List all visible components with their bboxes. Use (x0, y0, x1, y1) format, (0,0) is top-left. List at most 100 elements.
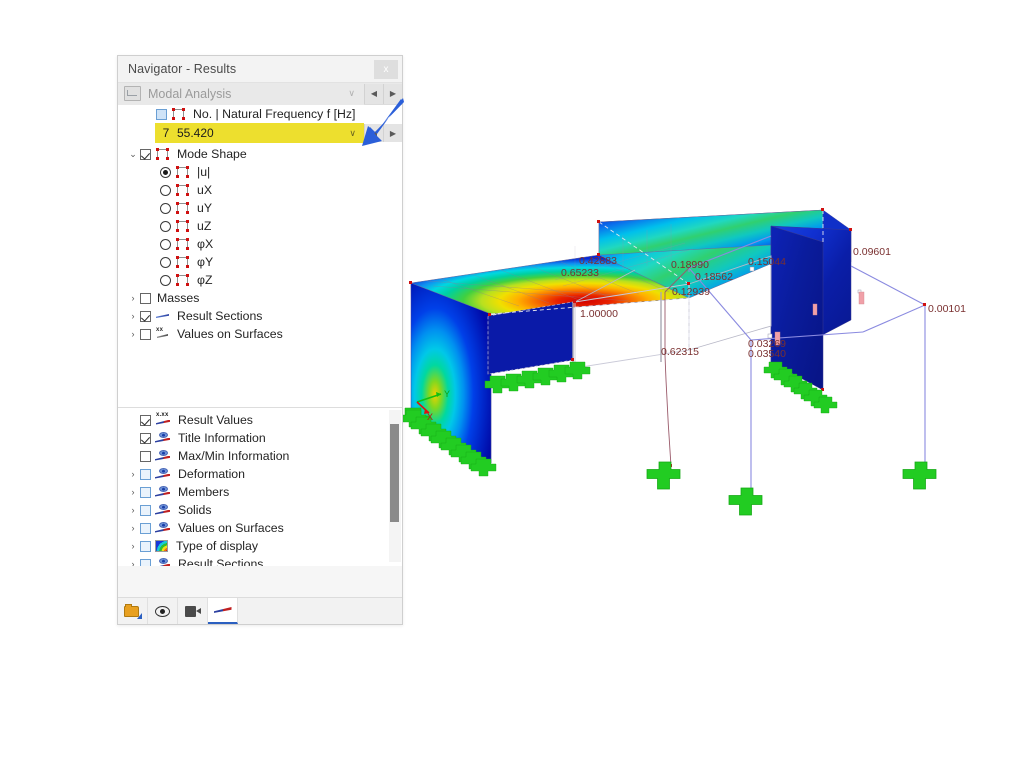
checkbox[interactable] (140, 540, 151, 552)
twisty-icon[interactable]: › (126, 487, 140, 497)
eye-icon (155, 503, 171, 517)
tree-item-label: |u| (197, 165, 211, 179)
frequency-next-button[interactable]: ▶ (383, 124, 402, 142)
tree-item-uz[interactable]: uZ (118, 217, 402, 235)
tree-item-label: uZ (197, 219, 212, 233)
frequency-combo[interactable]: 7 55.420 ∨ (155, 123, 364, 143)
scrollbar-track[interactable] (389, 410, 401, 562)
list-item-title-information[interactable]: Title Information (118, 429, 402, 447)
checkbox[interactable] (140, 432, 151, 444)
result-values-icon: x.xx (155, 412, 171, 427)
surface-icon (175, 166, 190, 178)
checkbox[interactable] (140, 522, 151, 534)
list-item-solids[interactable]: › Solids (118, 501, 402, 519)
surface-icon (175, 274, 190, 286)
surface-icon (155, 148, 170, 160)
checkbox[interactable] (140, 450, 151, 462)
surface-icon (175, 256, 190, 268)
tree-item-label: φZ (197, 273, 213, 287)
radio-button[interactable] (160, 166, 171, 178)
checkbox[interactable] (140, 148, 151, 160)
twisty-icon[interactable]: › (126, 329, 140, 339)
navigator-title: Navigator - Results (128, 62, 237, 76)
results-navigator-tab[interactable] (208, 598, 238, 624)
navigator-tabs[interactable] (118, 597, 402, 624)
frequency-prev-button[interactable]: ◀ (364, 124, 383, 142)
twisty-icon[interactable]: › (126, 311, 140, 321)
views-navigator-tab[interactable] (178, 598, 208, 624)
twisty-icon[interactable]: ⌄ (126, 149, 140, 159)
tree-item-masses[interactable]: › Masses (118, 289, 402, 307)
list-item-result-sections[interactable]: › Result Sections (118, 555, 402, 566)
result-value-label: 1.00000 (580, 308, 618, 320)
frequency-value: 55.420 (177, 126, 214, 140)
tree-item-phix[interactable]: φX (118, 235, 402, 253)
tree-item-u-abs[interactable]: |u| (118, 163, 402, 181)
eye-icon (155, 485, 171, 499)
chevron-down-icon[interactable]: ∨ (344, 88, 364, 99)
results-icon (214, 606, 232, 614)
list-item-label: Result Sections (178, 557, 264, 566)
twisty-icon[interactable]: › (126, 505, 140, 515)
frequency-number: 7 (162, 126, 170, 140)
twisty-icon[interactable]: › (126, 293, 140, 303)
tree-item-label: Result Sections (177, 309, 263, 323)
close-icon[interactable]: x (374, 59, 398, 79)
analysis-next-button[interactable]: ▶ (383, 83, 402, 104)
analysis-combo[interactable]: Modal Analysis ∨ (118, 82, 364, 105)
analysis-combo-row[interactable]: Modal Analysis ∨ ◀ ▶ (118, 82, 402, 105)
list-item-label: Result Values (178, 413, 253, 427)
list-item-result-values[interactable]: x.xx Result Values (118, 411, 402, 429)
checkbox[interactable] (156, 108, 167, 120)
list-item-values-on-surfaces[interactable]: › Values on Surfaces (118, 519, 402, 537)
frequency-combo-row[interactable]: 7 55.420 ∨ ◀ ▶ (118, 123, 402, 143)
list-item-label: Solids (178, 503, 212, 517)
model-viewport-3d[interactable]: Y X 0.65233 1.00000 0.42883 0.12939 0.18… (400, 180, 1024, 520)
values-on-surfaces-icon (155, 327, 170, 340)
twisty-icon[interactable]: › (126, 541, 140, 551)
folder-icon (124, 604, 142, 619)
tree-item-natural-frequency[interactable]: › No. | Natural Frequency f [Hz] (118, 105, 402, 123)
list-item-label: Type of display (176, 539, 259, 553)
frequency-combo-chevron[interactable]: ∨ (345, 128, 364, 139)
checkbox[interactable] (140, 558, 151, 566)
result-value-label: 0.18990 (671, 259, 709, 271)
checkbox[interactable] (140, 414, 151, 426)
list-item-deformation[interactable]: › Deformation (118, 465, 402, 483)
radio-button[interactable] (160, 238, 171, 250)
radio-button[interactable] (160, 274, 171, 286)
tree-item-values-on-surfaces[interactable]: › Values on Surfaces (118, 325, 402, 343)
display-options-list[interactable]: x.xx Result Values Title Information Max… (118, 408, 402, 566)
radio-button[interactable] (160, 220, 171, 232)
checkbox[interactable] (140, 310, 151, 322)
view-navigator-tab[interactable] (148, 598, 178, 624)
radio-button[interactable] (160, 202, 171, 214)
radio-button[interactable] (160, 256, 171, 268)
project-navigator-tab[interactable] (118, 598, 148, 624)
list-item-members[interactable]: › Members (118, 483, 402, 501)
list-item-maxmin-information[interactable]: Max/Min Information (118, 447, 402, 465)
tree-item-label: Values on Surfaces (177, 327, 283, 341)
tree-item-result-sections[interactable]: › Result Sections (118, 307, 402, 325)
checkbox[interactable] (140, 504, 151, 516)
radio-button[interactable] (160, 184, 171, 196)
tree-item-label: uY (197, 201, 213, 215)
tree-item-phiz[interactable]: φZ (118, 271, 402, 289)
twisty-icon[interactable]: › (126, 469, 140, 479)
model-svg: Y X (400, 208, 937, 516)
checkbox[interactable] (140, 468, 151, 480)
tree-item-mode-shape[interactable]: ⌄ Mode Shape (118, 145, 402, 163)
scrollbar-thumb[interactable] (390, 424, 399, 522)
twisty-icon[interactable]: › (126, 559, 140, 566)
checkbox[interactable] (140, 486, 151, 498)
checkbox[interactable] (140, 292, 151, 304)
results-tree[interactable]: › No. | Natural Frequency f [Hz] 7 55.42… (118, 105, 402, 408)
tree-item-phiy[interactable]: φY (118, 253, 402, 271)
tree-item-ux[interactable]: uX (118, 181, 402, 199)
analysis-prev-button[interactable]: ◀ (364, 83, 383, 104)
twisty-icon[interactable]: › (126, 523, 140, 533)
tree-item-uy[interactable]: uY (118, 199, 402, 217)
navigator-results-panel[interactable]: Navigator - Results x Modal Analysis ∨ ◀… (117, 55, 403, 625)
checkbox[interactable] (140, 328, 151, 340)
list-item-type-of-display[interactable]: › Type of display (118, 537, 402, 555)
